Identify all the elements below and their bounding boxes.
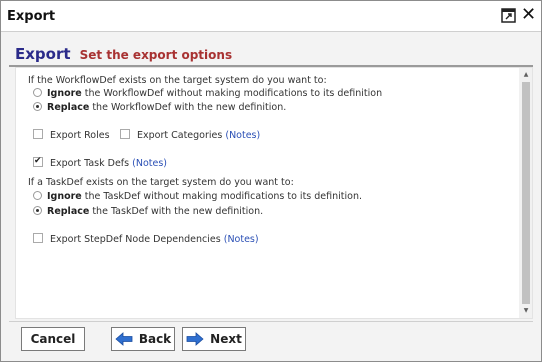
- export-task-defs-option[interactable]: Export Task Defs (Notes): [33, 155, 167, 170]
- export-stepdef-checkbox[interactable]: [33, 233, 43, 243]
- export-dialog: Export ✕ Export Set the export options I…: [0, 0, 542, 362]
- arrow-right-icon: [186, 332, 204, 346]
- next-button-label: Next: [210, 332, 242, 346]
- cancel-button-label: Cancel: [30, 332, 76, 346]
- taskdef-question: If a TaskDef exists on the target system…: [28, 176, 294, 189]
- taskdef-replace-radio[interactable]: [33, 206, 42, 215]
- export-roles-checkbox[interactable]: [33, 129, 43, 139]
- cancel-button[interactable]: Cancel: [21, 327, 85, 351]
- taskdef-ignore-text: the TaskDef without making modifications…: [81, 191, 363, 202]
- back-button[interactable]: Back: [111, 327, 175, 351]
- taskdef-replace-text: the TaskDef with the new definition.: [89, 206, 264, 217]
- taskdef-ignore-radio[interactable]: [33, 191, 42, 200]
- export-roles-option[interactable]: Export Roles: [33, 129, 110, 142]
- arrow-left-icon: [115, 332, 133, 346]
- scroll-down-icon[interactable]: ▼: [519, 304, 532, 318]
- page-subtitle: Set the export options: [79, 48, 233, 62]
- vertical-scrollbar[interactable]: ▲ ▼: [519, 68, 532, 318]
- page-title: Export: [15, 45, 71, 63]
- export-roles-label: Export Roles: [50, 130, 110, 141]
- export-categories-notes-link[interactable]: (Notes): [225, 130, 260, 141]
- workflowdef-ignore-option[interactable]: Ignore the WorkflowDef without making mo…: [33, 87, 382, 100]
- workflowdef-question: If the WorkflowDef exists on the target …: [28, 74, 327, 87]
- workflowdef-replace-option[interactable]: Replace the WorkflowDef with the new def…: [33, 101, 286, 114]
- export-categories-checkbox[interactable]: [120, 129, 130, 139]
- export-stepdef-label: Export StepDef Node Dependencies: [50, 234, 221, 245]
- export-task-defs-label: Export Task Defs: [50, 158, 130, 169]
- dialog-header: Export Set the export options: [15, 44, 232, 64]
- workflowdef-ignore-text: the WorkflowDef without making modificat…: [81, 88, 383, 99]
- taskdef-replace-bold: Replace: [47, 206, 90, 217]
- workflowdef-ignore-radio[interactable]: [33, 88, 42, 97]
- export-categories-option[interactable]: Export Categories (Notes): [120, 129, 260, 142]
- workflowdef-replace-bold: Replace: [47, 102, 90, 113]
- taskdef-ignore-option[interactable]: Ignore the TaskDef without making modifi…: [33, 190, 362, 203]
- footer-divider: [9, 321, 533, 322]
- export-categories-label: Export Categories: [137, 130, 223, 141]
- window-title: Export: [7, 9, 56, 24]
- options-panel: If the WorkflowDef exists on the target …: [15, 67, 533, 319]
- workflowdef-replace-radio[interactable]: [33, 102, 42, 111]
- export-task-defs-notes-link[interactable]: (Notes): [132, 158, 167, 169]
- scrollbar-thumb[interactable]: [522, 82, 530, 304]
- title-bar: Export ✕: [1, 1, 541, 32]
- next-button[interactable]: Next: [182, 327, 246, 351]
- scroll-up-icon[interactable]: ▲: [519, 68, 532, 82]
- taskdef-replace-option[interactable]: Replace the TaskDef with the new definit…: [33, 205, 263, 218]
- back-button-label: Back: [138, 332, 172, 346]
- taskdef-question-text: If a TaskDef exists on the target system…: [28, 177, 294, 188]
- popout-icon[interactable]: [501, 8, 516, 23]
- close-icon[interactable]: ✕: [521, 6, 536, 24]
- export-task-defs-checkbox[interactable]: [33, 155, 43, 168]
- workflowdef-ignore-bold: Ignore: [47, 88, 82, 99]
- export-stepdef-option[interactable]: Export StepDef Node Dependencies (Notes): [33, 233, 259, 246]
- taskdef-ignore-bold: Ignore: [47, 191, 82, 202]
- export-stepdef-notes-link[interactable]: (Notes): [224, 234, 259, 245]
- workflowdef-question-text: If the WorkflowDef exists on the target …: [28, 75, 327, 86]
- workflowdef-replace-text: the WorkflowDef with the new definition.: [89, 102, 287, 113]
